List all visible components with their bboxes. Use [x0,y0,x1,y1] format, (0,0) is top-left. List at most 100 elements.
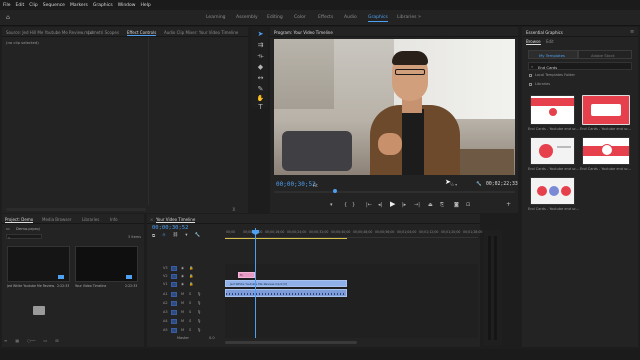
home-icon[interactable]: ⌂ [6,14,10,21]
track-target-a3[interactable] [171,310,177,315]
workspaces-menu-icon[interactable]: » [418,14,421,20]
lift-icon[interactable]: ⏏ [428,201,433,209]
eye-icon[interactable]: ◉ [181,282,184,286]
hand-icon[interactable]: ✋ [256,94,265,103]
voice-over-icon[interactable]: 🎙 [197,301,201,305]
menu-help[interactable]: Help [140,3,150,8]
master-level[interactable]: 0.0 [209,336,215,340]
scope-adobe-stock[interactable]: Adobe Stock [578,50,632,59]
linked-icon[interactable]: ⛓ [173,233,179,239]
playhead-marker-icon[interactable] [333,189,337,193]
voice-over-icon[interactable]: 🎙 [197,319,201,323]
panel-menu-icon[interactable]: ≡ [630,29,634,35]
track-target-a4[interactable] [171,319,177,324]
project-search-input[interactable]: ⌕ [6,234,42,240]
close-tab-icon[interactable]: × [150,217,153,222]
scope-my-templates[interactable]: My Templates [528,50,578,59]
add-button-icon[interactable]: + [506,201,511,209]
template-thumbnail[interactable] [530,95,575,125]
ripple-edit-icon[interactable]: ⟛ [256,52,265,61]
menu-file[interactable]: File [3,3,11,8]
timeline-timecode[interactable]: 00;00;30;52 [152,225,188,231]
marker-icon[interactable]: ▾ [330,201,333,209]
quality-dropdown-icon[interactable]: ½ ▾ [450,182,457,187]
track-target-a1[interactable] [171,292,177,297]
lock-icon[interactable]: 🔒 [189,282,193,286]
project-item-thumbnail[interactable] [75,246,138,282]
menu-graphics[interactable]: Graphics [93,3,113,8]
icon-view-icon[interactable]: ▦ [15,338,19,345]
add-marker-icon[interactable]: ▾ [185,233,187,239]
subtab-browse[interactable]: Browse [526,39,541,45]
lock-icon[interactable]: 🔒 [189,274,193,278]
timeline-playhead[interactable] [255,228,256,338]
eye-icon[interactable]: ◉ [181,266,184,270]
filter-icon[interactable]: ⊻ [232,207,236,213]
track-target-v2[interactable] [171,274,177,279]
solo-button[interactable]: S [189,301,191,305]
workspace-graphics[interactable]: Graphics [368,15,388,22]
menu-clip[interactable]: Clip [29,3,38,8]
tab-essential-graphics[interactable]: Essential Graphics [526,30,563,35]
tab-timeline[interactable]: Your Video Timeline [156,217,196,223]
workspace-libraries[interactable]: Libraries [397,15,416,20]
menu-window[interactable]: Window [118,3,136,8]
template-thumbnail[interactable] [582,95,630,125]
mute-button[interactable]: M [181,328,184,332]
comparison-icon[interactable]: ⊡ [466,201,470,209]
graphic-clip[interactable]: fx [238,272,255,278]
tab-effect-controls[interactable]: Effect Controls [127,30,157,36]
fit-dropdown[interactable]: Fit [313,183,318,188]
track-area[interactable] [225,264,478,338]
track-select-icon[interactable]: ⇉ [256,41,265,50]
workspace-editing[interactable]: Editing [267,15,283,20]
eye-icon[interactable]: ◉ [181,274,184,278]
mute-button[interactable]: M [181,319,184,323]
step-forward-icon[interactable]: |▸ [402,201,406,209]
voice-over-icon[interactable]: 🎙 [197,292,201,296]
workspace-effects[interactable]: Effects [318,15,333,20]
zoom-slider-icon[interactable]: ○── [27,338,35,345]
mark-out-icon[interactable]: } [352,201,355,209]
tab-source[interactable]: Source: Jed Hill Me Youtube Me Review.mp… [6,30,93,35]
slip-icon[interactable]: ↔ [256,74,265,83]
wrench-icon[interactable]: 🔧 [195,233,201,239]
go-to-in-icon[interactable]: |← [366,201,372,209]
track-target-v1[interactable] [171,282,177,287]
timeline-scrollbar[interactable] [225,341,357,344]
nest-icon[interactable]: ⧉ [152,233,155,239]
pen-icon[interactable]: ✎ [256,85,265,94]
new-item-icon[interactable]: ⊞ [55,338,58,345]
tab-lumetri-scopes[interactable]: Lumetri Scopes [88,30,119,35]
razor-icon[interactable]: ◆ [256,63,265,72]
type-icon[interactable]: T [256,103,265,112]
mark-in-icon[interactable]: { [344,201,347,209]
new-bin-icon[interactable]: ▭ [43,338,47,345]
solo-button[interactable]: S [189,319,191,323]
menu-markers[interactable]: Markers [70,3,88,8]
program-scrubber[interactable] [274,191,515,193]
workspace-assembly[interactable]: Assembly [236,15,258,20]
tab-libraries[interactable]: Libraries [82,217,99,222]
solo-button[interactable]: S [189,292,191,296]
voice-over-icon[interactable]: 🎙 [197,310,201,314]
libraries-checkbox[interactable] [529,83,532,86]
program-title[interactable]: Program: Your Video Timeline [274,30,333,35]
effect-controls-scrollbar[interactable] [6,208,146,211]
track-target-a5[interactable] [171,328,177,333]
tab-media-browser[interactable]: Media Browser [42,217,72,222]
subtab-edit[interactable]: Edit [546,39,554,44]
work-area-bar[interactable] [225,238,347,239]
template-thumbnail[interactable] [530,137,575,165]
voice-over-icon[interactable]: 🎙 [197,328,201,332]
lock-icon[interactable]: 🔒 [189,266,193,270]
menu-edit[interactable]: Edit [16,3,25,8]
mute-button[interactable]: M [181,301,184,305]
program-timecode-in[interactable]: 00;00;30;52 [276,181,316,188]
project-item-thumbnail[interactable] [7,246,70,282]
list-view-icon[interactable]: ≡ [4,338,7,345]
settings-icon[interactable]: 🔧 [476,182,482,187]
mute-button[interactable]: M [181,310,184,314]
solo-button[interactable]: S [189,328,191,332]
track-target-a2[interactable] [171,301,177,306]
